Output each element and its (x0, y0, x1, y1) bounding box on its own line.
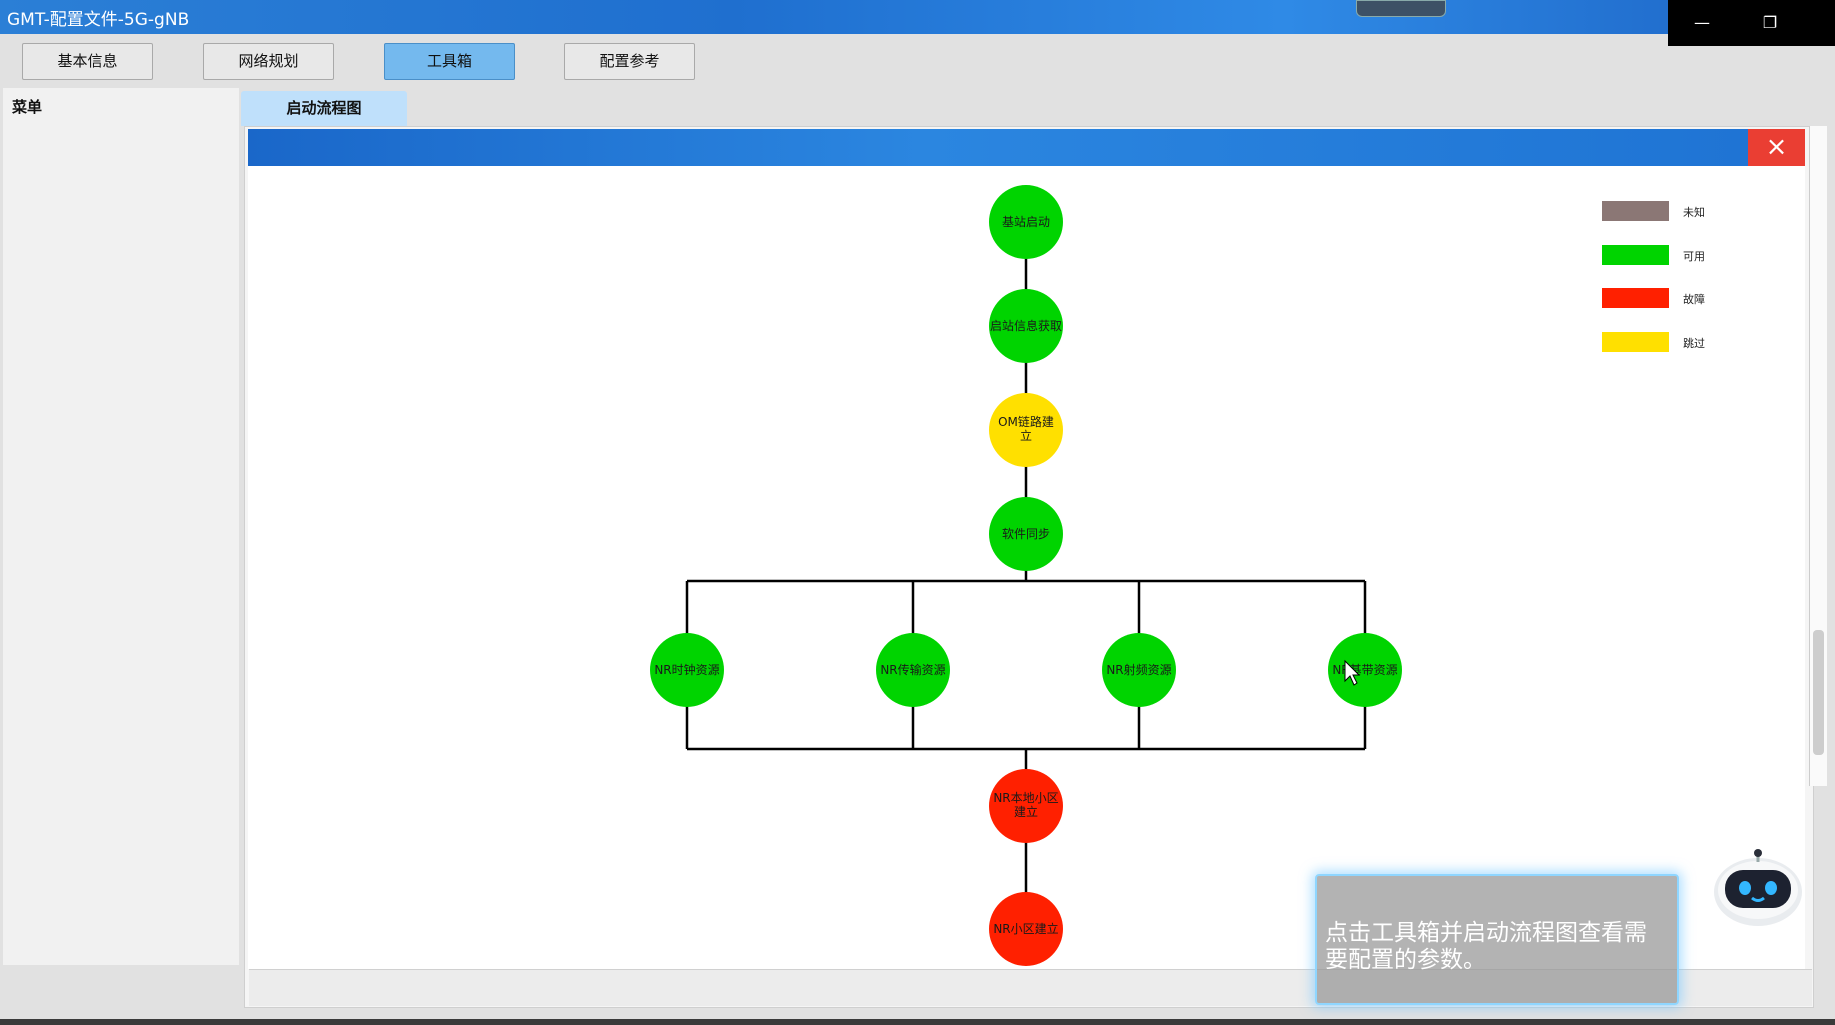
scrollbar-thumb[interactable] (1813, 630, 1824, 755)
title-bar: GMT-配置文件-5G-gNB (0, 0, 1835, 34)
legend-swatch-unknown (1602, 201, 1669, 221)
flow-node-n5a[interactable]: NR时钟资源 (650, 633, 724, 707)
legend-swatch-fault (1602, 288, 1669, 308)
window-title: GMT-配置文件-5G-gNB (7, 10, 190, 30)
flow-node-label: 软件同步 (1002, 527, 1050, 541)
close-icon[interactable]: × (1748, 129, 1805, 166)
taskbar (0, 1019, 1835, 1025)
flow-node-n1[interactable]: 基站启动 (989, 185, 1063, 259)
assistant-robot-icon[interactable] (1711, 848, 1805, 928)
legend-label-fault: 故障 (1683, 293, 1705, 306)
flow-node-label: NR时钟资源 (654, 662, 719, 677)
legend-swatch-available (1602, 244, 1669, 265)
flow-node-label: NR小区建立 (993, 921, 1058, 936)
sidebar: 菜单 (3, 88, 239, 965)
flow-node-n5c[interactable]: NR射频资源 (1102, 633, 1176, 707)
flow-node-label: NR射频资源 (1106, 662, 1171, 677)
flow-node-n7[interactable]: NR小区建立 (989, 892, 1063, 966)
toolbar-button-config-reference[interactable]: 配置参考 (564, 43, 695, 80)
flow-node-label: NR传输资源 (880, 662, 945, 677)
toolbar-button-toolbox[interactable]: 工具箱 (384, 43, 515, 80)
flow-node-n5d[interactable]: NR基带资源 (1328, 633, 1402, 707)
flow-node-n4[interactable]: 软件同步 (989, 497, 1063, 571)
modal-header (248, 129, 1748, 166)
tab-startup-flowchart[interactable]: 启动流程图 (241, 91, 407, 126)
legend-label-skipped: 跳过 (1683, 336, 1705, 350)
flow-node-n2[interactable]: 启站信息获取 (989, 289, 1063, 363)
flow-node-n6[interactable]: NR本地小区建立 (989, 769, 1063, 843)
sidebar-title: 菜单 (12, 98, 43, 116)
flow-node-n5b[interactable]: NR传输资源 (876, 633, 950, 707)
restore-button[interactable]: ❐ (1750, 6, 1790, 40)
legend-label-unknown: 未知 (1683, 206, 1705, 219)
camera-widget (1356, 0, 1446, 17)
assistant-message: 点击工具箱并启动流程图查看需要配置的参数。 (1315, 874, 1679, 1005)
legend-swatch-skipped (1602, 331, 1669, 352)
legend-label-available: 可用 (1683, 249, 1705, 263)
window-controls: — ❐ (1668, 0, 1835, 46)
flow-node-label: 启站信息获取 (990, 318, 1062, 333)
flow-node-label: NR基带资源 (1332, 663, 1397, 677)
minimize-button[interactable]: — (1682, 6, 1722, 40)
toolbar-button-network-planning[interactable]: 网络规划 (203, 43, 334, 80)
flow-node-label: 基站启动 (1002, 215, 1050, 229)
flow-node-n3[interactable]: OM链路建立 (989, 393, 1063, 467)
toolbar-button-basic-info[interactable]: 基本信息 (22, 43, 153, 80)
vertical-scrollbar[interactable] (1809, 126, 1827, 786)
